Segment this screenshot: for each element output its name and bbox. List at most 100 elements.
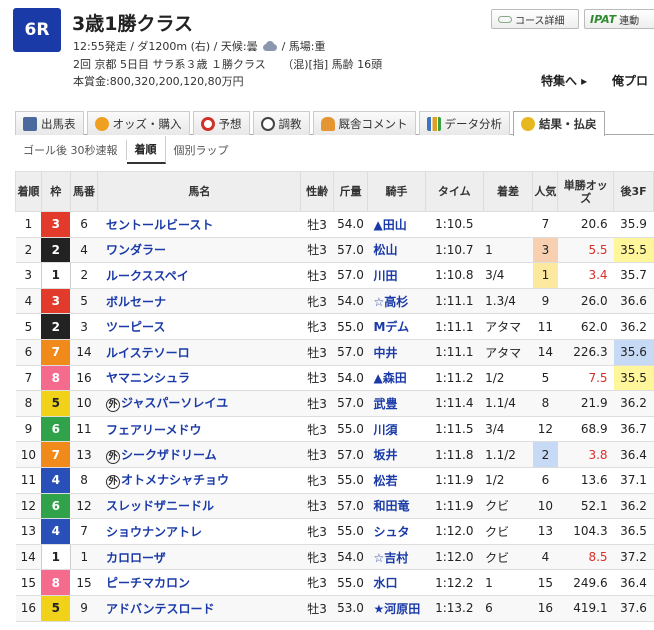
last3f-cell: 35.5 bbox=[613, 364, 654, 392]
popularity-cell: 7 bbox=[532, 211, 558, 238]
odds-cell: 52.1 bbox=[557, 492, 614, 520]
odds-cell: 21.9 bbox=[557, 390, 614, 417]
header-weight: 斤量 bbox=[333, 171, 368, 212]
time-cell: 1:11.5 bbox=[425, 415, 484, 443]
sex-age-cell: 牝3 bbox=[300, 287, 334, 315]
feature-link[interactable]: 特集へ ▸ bbox=[541, 72, 587, 89]
subtab-quick-result[interactable]: ゴール後 30秒速報 bbox=[15, 140, 127, 160]
jockey-link[interactable]: 松若 bbox=[367, 466, 426, 494]
horse-name-link[interactable]: フェアリーメドウ bbox=[97, 415, 301, 443]
tab-odds[interactable]: オッズ・購入 bbox=[86, 111, 190, 135]
course-detail-button[interactable]: コース詳細 bbox=[491, 9, 579, 29]
horse-name: ジャスパーソレイユ bbox=[120, 396, 229, 411]
margin-cell bbox=[483, 211, 533, 238]
popularity-cell: 8 bbox=[532, 390, 558, 417]
horse-name: ショウナンアトレ bbox=[105, 524, 202, 539]
horse-number-cell: 9 bbox=[70, 594, 98, 622]
jockey-link[interactable]: 武豊 bbox=[367, 390, 426, 417]
last3f-cell: 35.7 bbox=[613, 262, 654, 289]
weight-cell: 57.0 bbox=[333, 492, 368, 520]
ipat-link-button[interactable]: IPAT 連動 bbox=[584, 9, 654, 29]
horse-name-link[interactable]: ショウナンアトレ bbox=[97, 518, 301, 545]
horse-name-link[interactable]: スレッドザニードル bbox=[97, 492, 301, 520]
rank-cell: 11 bbox=[15, 466, 42, 494]
popularity-cell: 1 bbox=[532, 262, 558, 289]
horse-name-link[interactable]: アドバンテスロード bbox=[97, 594, 301, 622]
last3f-cell: 37.1 bbox=[613, 466, 654, 494]
jockey-link[interactable]: 川須 bbox=[367, 415, 426, 443]
tab-comment[interactable]: 厩舎コメント bbox=[312, 111, 416, 135]
ore-pro-link[interactable]: 俺プロ bbox=[612, 72, 648, 89]
jockey-link[interactable]: シュタ bbox=[367, 518, 426, 545]
rank-cell: 2 bbox=[15, 236, 42, 264]
jockey-link[interactable]: 松山 bbox=[367, 236, 426, 264]
horse-name-link[interactable]: ルークススペイ bbox=[97, 262, 301, 289]
table-row: 13 4 7 ショウナンアトレ 牝3 55.0 シュタ 1:12.0 クビ 13 104.3 36.5 bbox=[15, 518, 654, 545]
horse-name-link[interactable]: ワンダラー bbox=[97, 236, 301, 264]
weight-cell: 54.0 bbox=[333, 543, 368, 571]
weight-cell: 57.0 bbox=[333, 390, 368, 417]
popularity-cell: 11 bbox=[532, 313, 558, 340]
sex-age-cell: 牝3 bbox=[300, 543, 334, 571]
frame-cell: 8 bbox=[41, 569, 71, 596]
jockey-link[interactable]: 水口 bbox=[367, 569, 426, 596]
horse-name-link[interactable]: セントールビースト bbox=[97, 211, 301, 238]
tab-data[interactable]: データ分析 bbox=[418, 111, 510, 135]
last3f-cell: 35.5 bbox=[613, 236, 654, 264]
tab-yoso[interactable]: 予想 bbox=[192, 111, 250, 135]
horse-name: ルークススペイ bbox=[105, 268, 189, 283]
foreign-mark-icon: 外 bbox=[105, 475, 120, 490]
cloudy-weather-icon bbox=[262, 41, 278, 51]
horse-number-cell: 7 bbox=[70, 518, 98, 545]
tab-chokyo[interactable]: 調教 bbox=[252, 111, 310, 135]
horse-name-link[interactable]: カロローザ bbox=[97, 543, 301, 571]
weight-cell: 57.0 bbox=[333, 236, 368, 264]
jockey-link[interactable]: ☆高杉 bbox=[367, 287, 426, 315]
result-table: 着順 枠 馬番 馬名 性齢 斤量 騎手 タイム 着差 人気 単勝オッズ 後3F … bbox=[15, 171, 654, 622]
jockey-link[interactable]: 川田 bbox=[367, 262, 426, 289]
tab-label: データ分析 bbox=[444, 116, 503, 131]
horse-name: ルイステソーロ bbox=[105, 345, 190, 360]
table-row: 15 8 15 ピーチマカロン 牝3 55.0 水口 1:12.2 1 15 249.6 36.4 bbox=[15, 569, 654, 596]
jockey-link[interactable]: 和田竜 bbox=[367, 492, 426, 520]
margin-cell: 1.3/4 bbox=[483, 287, 533, 315]
frame-cell: 4 bbox=[41, 518, 71, 545]
header-popularity: 人気 bbox=[532, 171, 559, 212]
frame-cell: 6 bbox=[41, 492, 71, 520]
tab-result[interactable]: 結果・払戻 bbox=[513, 111, 605, 136]
horse-name: セントールビースト bbox=[105, 217, 214, 232]
subtab-lap[interactable]: 個別ラップ bbox=[166, 140, 237, 160]
horse-name-link[interactable]: 外シークザドリーム bbox=[97, 441, 301, 468]
jockey-link[interactable]: 坂井 bbox=[367, 441, 426, 468]
course-icon bbox=[498, 15, 512, 23]
horse-name-link[interactable]: ヤマニンシュラ bbox=[97, 364, 301, 392]
rank-cell: 12 bbox=[15, 492, 42, 520]
margin-cell: 1 bbox=[483, 569, 533, 596]
odds-cell: 20.6 bbox=[557, 211, 614, 238]
tab-shutsuba[interactable]: 出馬表 bbox=[15, 111, 84, 135]
odds-cell: 5.5 bbox=[557, 236, 614, 264]
horse-name-link[interactable]: ツーピース bbox=[97, 313, 301, 340]
jockey-link[interactable]: ▲田山 bbox=[367, 211, 426, 238]
odds-icon bbox=[94, 116, 109, 131]
rank-cell: 1 bbox=[15, 211, 42, 238]
margin-cell: 1 bbox=[483, 236, 533, 264]
horse-name-link[interactable]: ボルセーナ bbox=[97, 287, 301, 315]
jockey-link[interactable]: Mデム bbox=[367, 313, 426, 340]
jockey-link[interactable]: 中井 bbox=[367, 338, 426, 366]
last3f-cell: 36.6 bbox=[613, 287, 654, 315]
horse-name-link[interactable]: ピーチマカロン bbox=[97, 569, 301, 596]
horse-name: スレッドザニードル bbox=[105, 499, 214, 514]
horse-name-link[interactable]: 外オトメナシャチョウ bbox=[97, 466, 301, 494]
last3f-cell: 35.6 bbox=[613, 338, 654, 366]
odds-cell: 249.6 bbox=[557, 569, 614, 596]
jockey-link[interactable]: ★河原田 bbox=[367, 594, 426, 622]
subtab-finish-order[interactable]: 着順 bbox=[126, 136, 166, 164]
jockey-link[interactable]: ▲森田 bbox=[367, 364, 426, 392]
horse-number-cell: 8 bbox=[70, 466, 98, 494]
table-row: 5 2 3 ツーピース 牝3 55.0 Mデム 1:11.1 アタマ 11 62.0 36.2 bbox=[15, 313, 654, 340]
jockey-link[interactable]: ☆吉村 bbox=[367, 543, 426, 571]
horse-name-link[interactable]: 外ジャスパーソレイユ bbox=[97, 390, 301, 417]
margin-cell: 1.1/2 bbox=[483, 441, 533, 468]
horse-name-link[interactable]: ルイステソーロ bbox=[97, 338, 301, 366]
